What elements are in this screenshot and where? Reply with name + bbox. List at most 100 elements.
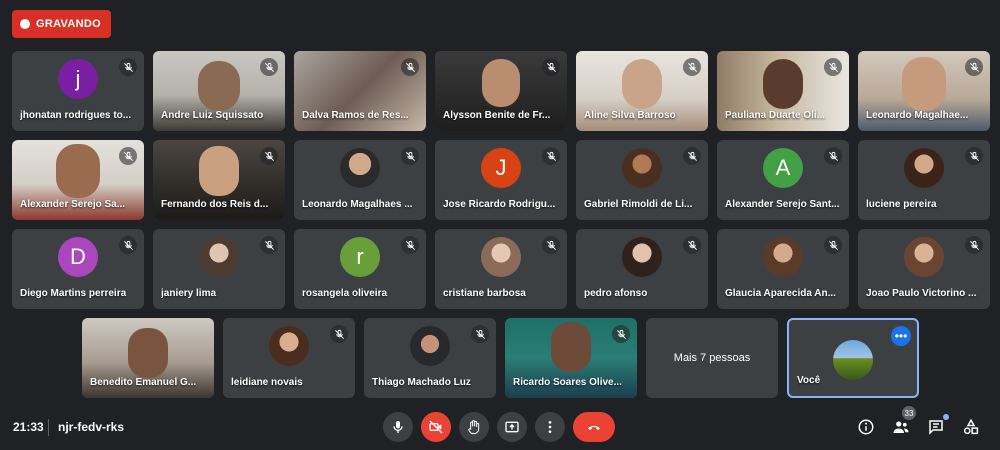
participant-name: Aline Silva Barroso — [584, 110, 676, 121]
participant-tile[interactable]: Fernando dos Reis d... — [153, 140, 285, 220]
more-participants-tile[interactable]: Mais 7 pessoas — [646, 318, 778, 398]
avatar: D — [58, 237, 98, 277]
mic-off-icon — [824, 147, 842, 165]
avatar: J — [481, 148, 521, 188]
participant-name: Alexander Serejo Sa... — [20, 199, 126, 210]
participant-tile[interactable]: leidiane novais — [223, 318, 355, 398]
participant-tile[interactable]: Andre Luiz Squissato — [153, 51, 285, 131]
present-screen-button[interactable] — [497, 412, 527, 442]
mic-off-icon — [965, 147, 983, 165]
participant-tile[interactable]: j jhonatan rodrigues to... — [12, 51, 144, 131]
participant-tile[interactable]: cristiane barbosa — [435, 229, 567, 309]
participant-tile[interactable]: Thiago Machado Luz — [364, 318, 496, 398]
avatar — [904, 148, 944, 188]
mic-off-icon — [471, 325, 489, 343]
participant-tile[interactable]: Ricardo Soares Olive... — [505, 318, 637, 398]
participant-tile[interactable]: Gabriel Rimoldi de Li... — [576, 140, 708, 220]
divider — [48, 419, 49, 436]
participant-tile[interactable]: Alexander Serejo Sa... — [12, 140, 144, 220]
mic-off-icon — [612, 325, 630, 343]
participant-name: rosangela oliveira — [302, 288, 388, 299]
participant-tile[interactable]: Joao Paulo Victorino ... — [858, 229, 990, 309]
end-call-icon — [588, 425, 600, 430]
participant-name: Ricardo Soares Olive... — [513, 377, 622, 388]
self-name: Você — [797, 375, 821, 386]
participant-tile[interactable]: Benedito Emanuel G... — [82, 318, 214, 398]
leave-call-button[interactable] — [573, 412, 615, 442]
mic-off-icon — [542, 58, 560, 76]
participant-name: Gabriel Rimoldi de Li... — [584, 199, 693, 210]
participant-name: Andre Luiz Squissato — [161, 110, 264, 121]
mic-off-icon — [330, 325, 348, 343]
mic-off-icon — [965, 236, 983, 254]
participant-name: Jose Ricardo Rodrigu... — [443, 199, 556, 210]
mic-off-icon — [119, 236, 137, 254]
participant-tile[interactable]: Leonardo Magalhae... — [858, 51, 990, 131]
camera-off-icon — [429, 420, 443, 434]
avatar — [833, 340, 873, 380]
participant-tile[interactable]: luciene pereira — [858, 140, 990, 220]
mic-off-icon — [542, 236, 560, 254]
participant-tile[interactable]: A Alexander Serejo Sant... — [717, 140, 849, 220]
camera-off-button[interactable] — [421, 412, 451, 442]
participant-grid: j jhonatan rodrigues to... Andre Luiz Sq… — [0, 0, 1000, 410]
participant-name: janiery lima — [161, 288, 217, 299]
meeting-code: njr-fedv-rks — [58, 420, 125, 434]
avatar — [622, 237, 662, 277]
participant-name: Leonardo Magalhae... — [866, 110, 969, 121]
avatar — [340, 148, 380, 188]
participant-tile[interactable]: Alysson Benite de Fr... — [435, 51, 567, 131]
mic-off-icon — [824, 58, 842, 76]
participant-name: Diego Martins perreira — [20, 288, 127, 299]
more-participants-label: Mais 7 pessoas — [673, 352, 751, 364]
participant-tile[interactable]: Aline Silva Barroso — [576, 51, 708, 131]
microphone-button[interactable] — [383, 412, 413, 442]
avatar — [481, 237, 521, 277]
mic-off-icon — [401, 58, 419, 76]
activities-button[interactable] — [960, 416, 982, 438]
mic-off-icon — [683, 147, 701, 165]
participant-tile[interactable]: Glaucia Aparecida An... — [717, 229, 849, 309]
participant-tile[interactable]: Leonardo Magalhaes ... — [294, 140, 426, 220]
participant-tile[interactable]: janiery lima — [153, 229, 285, 309]
participant-name: pedro afonso — [584, 288, 648, 299]
mic-off-icon — [965, 58, 983, 76]
mic-off-icon — [119, 147, 137, 165]
mic-off-icon — [683, 58, 701, 76]
present-screen-icon — [505, 421, 519, 433]
participant-name: Dalva Ramos de Res... — [302, 110, 409, 121]
avatar — [622, 148, 662, 188]
participant-name: cristiane barbosa — [443, 288, 526, 299]
avatar — [269, 326, 309, 366]
participant-tile[interactable]: Dalva Ramos de Res... — [294, 51, 426, 131]
mic-off-icon — [824, 236, 842, 254]
participant-name: Benedito Emanuel G... — [90, 377, 197, 388]
mic-off-icon — [401, 236, 419, 254]
more-options-icon[interactable]: ••• — [891, 326, 911, 346]
participant-tile[interactable]: pedro afonso — [576, 229, 708, 309]
meeting-details-button[interactable] — [855, 416, 877, 438]
mic-off-icon — [260, 58, 278, 76]
participant-name: Fernando dos Reis d... — [161, 199, 269, 210]
mic-off-icon — [683, 236, 701, 254]
participant-tile[interactable]: Pauliana Duarte Oli... — [717, 51, 849, 131]
participant-name: Glaucia Aparecida An... — [725, 288, 836, 299]
raise-hand-button[interactable] — [459, 412, 489, 442]
avatar: j — [58, 59, 98, 99]
participant-tile[interactable]: D Diego Martins perreira — [12, 229, 144, 309]
more-vert-icon — [548, 421, 552, 433]
mic-off-icon — [260, 147, 278, 165]
self-tile[interactable]: ••• Você — [787, 318, 919, 398]
participant-count-badge: 33 — [902, 406, 916, 420]
more-options-button[interactable] — [535, 412, 565, 442]
participant-name: Alysson Benite de Fr... — [443, 110, 551, 121]
avatar — [199, 237, 239, 277]
chat-icon — [929, 420, 943, 435]
participant-tile[interactable]: r rosangela oliveira — [294, 229, 426, 309]
participant-name: Alexander Serejo Sant... — [725, 199, 840, 210]
avatar: A — [763, 148, 803, 188]
avatar — [763, 237, 803, 277]
participant-tile[interactable]: J Jose Ricardo Rodrigu... — [435, 140, 567, 220]
participant-name: Thiago Machado Luz — [372, 377, 471, 388]
participant-name: jhonatan rodrigues to... — [20, 110, 132, 121]
